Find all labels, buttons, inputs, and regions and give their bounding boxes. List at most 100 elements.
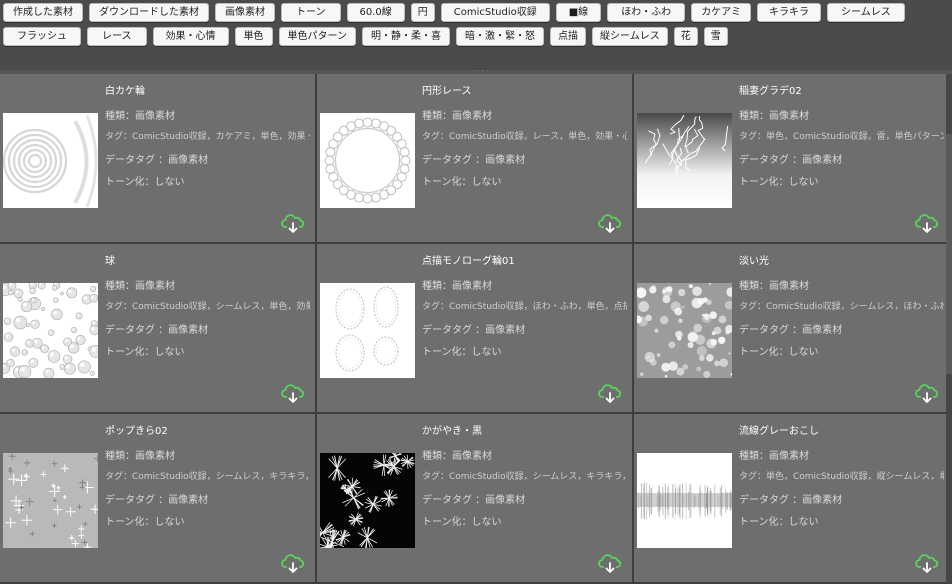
material-kind: 種類：画像素材 — [739, 281, 809, 292]
tag-button[interactable]: 画像素材 — [215, 3, 275, 22]
material-data-tag: データタグ ：画像素材 — [105, 495, 209, 506]
tag-button[interactable]: 縦シームレス — [592, 27, 668, 46]
material-data-tag: データタグ ：画像素材 — [422, 325, 526, 336]
material-thumbnail[interactable] — [320, 283, 415, 378]
material-thumbnail[interactable] — [320, 113, 415, 208]
rings-preview-image — [3, 113, 98, 208]
material-thumbnail[interactable] — [637, 453, 732, 548]
tag-button[interactable]: ほわ・ふわ — [607, 3, 686, 22]
tag-button[interactable]: レース — [87, 27, 147, 46]
cloud-download-icon[interactable] — [598, 554, 622, 574]
material-card[interactable]: 円形レース 種類：画像素材 タグ：ComicStudio収録，レース，単色，効果… — [317, 74, 632, 242]
material-card[interactable]: ポップきら02 種類：画像素材 タグ：ComicStudio収録，シームレス，キ… — [0, 414, 315, 582]
material-data-tag: データタグ ：画像素材 — [739, 325, 843, 336]
streak-preview-image — [637, 453, 732, 548]
material-kind: 種類：画像素材 — [422, 451, 492, 462]
tag-button[interactable]: 暗・激・緊・怒 — [456, 27, 544, 46]
tag-button[interactable]: フラッシュ — [3, 27, 81, 46]
material-tags: タグ：単色，ComicStudio収録，縦シームレス，単色パターン — [739, 472, 944, 482]
tag-filter-bar: 作成した素材 ダウンロードした素材 画像素材 トーン 60.0線 円 Comic… — [0, 0, 952, 72]
tag-button[interactable]: ComicStudio収録 — [440, 3, 550, 22]
material-thumbnail[interactable] — [320, 453, 415, 548]
material-tags: タグ：単色，ComicStudio収録，雷，単色パターン，単色 — [739, 132, 944, 142]
tag-button[interactable]: 作成した素材 — [3, 3, 83, 22]
material-tone: トーン化：しない — [739, 347, 819, 358]
material-title: 白カケ輪 — [105, 86, 145, 97]
material-tags: タグ：ComicStudio収録，カケアミ，単色，効果・心情，単色 — [105, 132, 310, 142]
cloud-download-icon[interactable] — [598, 384, 622, 404]
tag-button[interactable]: 効果・心情 — [152, 27, 229, 46]
material-card[interactable]: 球 種類：画像素材 タグ：ComicStudio収録，シームレス，単色，効果・心… — [0, 244, 315, 412]
material-thumbnail[interactable] — [3, 283, 98, 378]
tag-button[interactable]: ■線 — [555, 3, 602, 22]
tag-row-2: フラッシュ レース 効果・心情 単色 単色パターン 明・静・柔・喜 暗・激・緊・… — [3, 27, 728, 47]
material-tone: トーン化：しない — [105, 517, 185, 528]
material-kind: 種類：画像素材 — [105, 111, 175, 122]
tag-button[interactable]: 60.0線 — [346, 3, 405, 22]
tag-button[interactable]: カケアミ — [691, 3, 751, 22]
material-thumbnail[interactable] — [637, 283, 732, 378]
tag-button[interactable]: トーン — [281, 3, 341, 22]
material-kind: 種類：画像素材 — [105, 451, 175, 462]
tag-button[interactable]: シームレス — [827, 3, 905, 22]
material-title: 点描モノローグ輪01 — [422, 256, 515, 267]
material-data-tag: データタグ ：画像素材 — [739, 155, 843, 166]
material-tags: タグ：ComicStudio収録，ほわ・ふわ，単色，点描，効果・心 — [422, 302, 627, 312]
spheres-preview-image — [3, 283, 98, 378]
material-title: 流線グレーおこし — [739, 426, 819, 437]
material-card[interactable]: 白カケ輪 種類：画像素材 タグ：ComicStudio収録，カケアミ，単色，効果… — [0, 74, 315, 242]
material-tags: タグ：ComicStudio収録，シームレス，ほわ・ふわ，単色，効果 — [739, 302, 944, 312]
material-title: かがやき・黒 — [422, 426, 482, 437]
material-tags: タグ：ComicStudio収録，シームレス，単色，効果・心情，単色 — [105, 302, 310, 312]
material-title: 球 — [105, 256, 115, 267]
cloud-download-icon[interactable] — [281, 554, 305, 574]
cloud-download-icon[interactable] — [915, 214, 939, 234]
material-card[interactable]: 淡い光 種類：画像素材 タグ：ComicStudio収録，シームレス，ほわ・ふわ… — [634, 244, 949, 412]
material-card[interactable]: 稲妻グラデ02 種類：画像素材 タグ：単色，ComicStudio収録，雷，単色… — [634, 74, 949, 242]
material-title: 稲妻グラデ02 — [739, 86, 802, 97]
material-card[interactable]: かがやき・黒 種類：画像素材 タグ：ComicStudio収録，シームレス，キラ… — [317, 414, 632, 582]
material-tone: トーン化：しない — [105, 177, 185, 188]
material-thumbnail[interactable] — [637, 113, 732, 208]
tag-button[interactable]: 明・静・柔・喜 — [362, 27, 450, 46]
material-kind: 種類：画像素材 — [422, 281, 492, 292]
material-tone: トーン化：しない — [105, 347, 185, 358]
cloud-download-icon[interactable] — [915, 384, 939, 404]
material-data-tag: データタグ ：画像素材 — [105, 155, 209, 166]
material-tone: トーン化：しない — [422, 517, 502, 528]
material-thumbnail[interactable] — [3, 113, 98, 208]
material-data-tag: データタグ ：画像素材 — [422, 155, 526, 166]
tag-button[interactable]: 花 — [673, 27, 698, 46]
material-tone: トーン化：しない — [739, 177, 819, 188]
monologue-preview-image — [320, 283, 415, 378]
material-title: 円形レース — [422, 86, 472, 97]
material-tags: タグ：ComicStudio収録，レース，単色，効果・心情，単色 — [422, 132, 627, 142]
tag-button[interactable]: ダウンロードした素材 — [89, 3, 209, 22]
tag-button[interactable]: キラキラ — [757, 3, 821, 22]
scrollbar[interactable] — [946, 74, 952, 584]
tag-row-1: 作成した素材 ダウンロードした素材 画像素材 トーン 60.0線 円 Comic… — [3, 3, 905, 23]
bokeh-preview-image — [637, 283, 732, 378]
material-tone: トーン化：しない — [422, 347, 502, 358]
material-kind: 種類：画像素材 — [422, 111, 492, 122]
material-card[interactable]: 点描モノローグ輪01 種類：画像素材 タグ：ComicStudio収録，ほわ・ふ… — [317, 244, 632, 412]
tag-button[interactable]: 円 — [410, 3, 435, 22]
cloud-download-icon[interactable] — [281, 384, 305, 404]
material-title: 淡い光 — [739, 256, 769, 267]
scrollbar-thumb[interactable] — [946, 134, 952, 374]
material-tone: トーン化：しない — [739, 517, 819, 528]
tag-button[interactable]: 雪 — [703, 27, 728, 46]
material-data-tag: データタグ ：画像素材 — [422, 495, 526, 506]
material-grid: 白カケ輪 種類：画像素材 タグ：ComicStudio収録，カケアミ，単色，効果… — [0, 74, 952, 584]
material-card[interactable]: 流線グレーおこし 種類：画像素材 タグ：単色，ComicStudio収録，縦シー… — [634, 414, 949, 582]
cloud-download-icon[interactable] — [598, 214, 622, 234]
material-tone: トーン化：しない — [422, 177, 502, 188]
material-kind: 種類：画像素材 — [739, 111, 809, 122]
cloud-download-icon[interactable] — [915, 554, 939, 574]
tag-button[interactable]: 点描 — [550, 27, 586, 46]
cloud-download-icon[interactable] — [281, 214, 305, 234]
tag-button[interactable]: 単色パターン — [278, 27, 356, 46]
material-thumbnail[interactable] — [3, 453, 98, 548]
sparkle-preview-image — [3, 453, 98, 548]
tag-button[interactable]: 単色 — [234, 27, 273, 46]
